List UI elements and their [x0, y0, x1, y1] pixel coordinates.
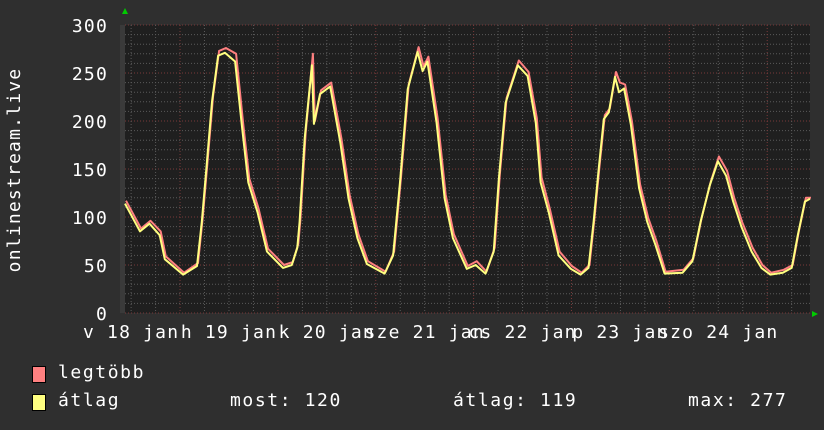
y-tick-label: 50 [84, 256, 108, 277]
legend-swatch-max [32, 366, 46, 383]
x-tick-label: sze 21 jan [365, 322, 485, 343]
x-tick-labels: v 18 jan h 19 jan k 20 jansze 21 jancs 22 … [83, 322, 778, 343]
legend-label-average: átlag [58, 390, 121, 411]
x-tick-label: k 20 jan [279, 322, 375, 343]
y-axis-label: onlinestream.live [4, 68, 25, 273]
y-tick-label: 100 [72, 208, 108, 229]
stat-average: átlag: 119 [453, 390, 578, 411]
y-tick-label: 250 [72, 64, 108, 85]
x-tick-label: p 23 jan [572, 322, 668, 343]
y-tick-label: 300 [72, 16, 108, 37]
y-tick-labels: 050100150200250300 [72, 16, 108, 325]
x-tick-label: v 18 jan [83, 322, 179, 343]
legend-label-max: legtöbb [58, 362, 146, 383]
stat-current: most: 120 [230, 390, 342, 411]
x-axis-arrow-icon [812, 311, 818, 317]
y-tick-label: 200 [72, 112, 108, 133]
legend-swatch-average [32, 394, 46, 411]
y-tick-label: 150 [72, 160, 108, 181]
y-axis-arrow-icon [122, 8, 128, 14]
y-axis-strip [120, 25, 125, 313]
x-tick-label: cs 22 jan [468, 322, 576, 343]
stat-max: max: 277 [688, 390, 788, 411]
x-tick-label: szo 24 jan [658, 322, 778, 343]
x-tick-label: h 19 jan [181, 322, 277, 343]
